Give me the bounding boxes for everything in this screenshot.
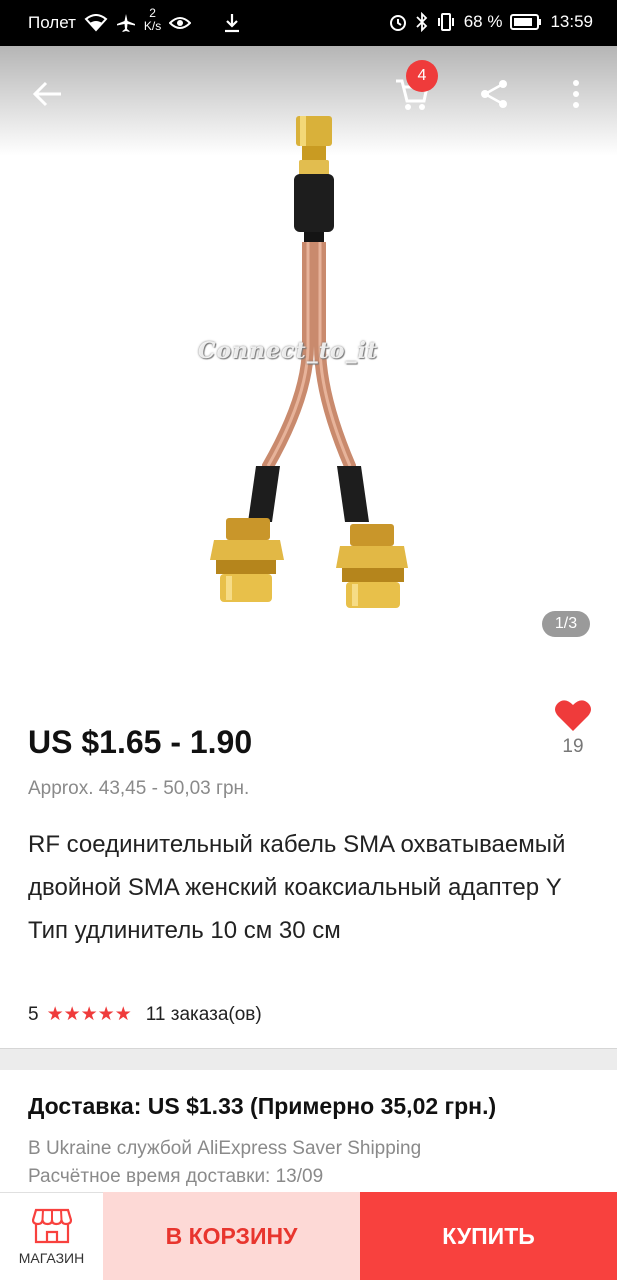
rating-row[interactable]: 5 ★★★★★ 11 заказа(ов) (28, 1003, 262, 1026)
approx-price: Approx. 43,45 - 50,03 грн. (28, 778, 250, 799)
store-label: МАГАЗИН (18, 1249, 85, 1266)
wishlist-count: 19 (562, 736, 584, 757)
image-watermark: Connect_to_it (198, 338, 379, 364)
battery-icon (510, 13, 542, 31)
wishlist-button[interactable]: 19 (548, 698, 598, 758)
bluetooth-icon (416, 12, 428, 32)
speed-unit: K/s (143, 19, 162, 33)
rating-value: 5 (28, 1003, 39, 1025)
product-image (210, 116, 408, 608)
delivery-title[interactable]: Доставка: US $1.33 (Примерно 35,02 грн.) (28, 1093, 496, 1120)
clock: 13:59 (550, 12, 593, 31)
delivery-eta: Расчётное время доставки: 13/09 (28, 1166, 324, 1187)
store-icon (31, 1208, 72, 1243)
arrow-left-icon (33, 81, 61, 107)
star-rating-icon: ★★★★★ (46, 1004, 132, 1025)
wifi-icon (84, 14, 108, 32)
network-speed: 2 K/s (144, 7, 161, 33)
status-bar: Полет 2 K/s 68 % 13:59 (0, 0, 617, 46)
bottom-action-bar: МАГАЗИН В КОРЗИНУ КУПИТЬ (0, 1192, 617, 1280)
vibrate-icon (436, 12, 456, 32)
orders-count: 11 заказа(ов) (145, 1003, 262, 1025)
back-button[interactable] (18, 64, 78, 124)
carrier-label: Полет (28, 13, 76, 32)
eye-icon (169, 15, 192, 31)
product-title: RF соединительный кабель SMA охватываемы… (28, 831, 566, 944)
add-to-cart-button[interactable]: В КОРЗИНУ (103, 1192, 360, 1280)
share-button[interactable] (464, 64, 524, 124)
heart-icon (555, 700, 591, 731)
product-price: US $1.65 - 1.90 (28, 724, 253, 760)
airplane-icon (116, 13, 136, 33)
cart-count-badge: 4 (406, 60, 438, 92)
more-options-button[interactable] (546, 64, 606, 124)
share-icon (481, 80, 507, 108)
image-counter: 1/3 (542, 611, 590, 637)
battery-percent: 68 % (463, 12, 503, 31)
shipping-method: В Ukraine службой AliExpress Saver Shipp… (28, 1138, 422, 1159)
more-vertical-icon (573, 80, 579, 108)
store-button[interactable]: МАГАЗИН (0, 1192, 103, 1280)
download-icon (223, 13, 241, 33)
alarm-icon (388, 12, 408, 32)
buy-now-button[interactable]: КУПИТЬ (360, 1192, 617, 1280)
product-image-gallery[interactable]: Connect_to_it 4 1/3 (0, 46, 617, 682)
section-divider (0, 1048, 617, 1070)
